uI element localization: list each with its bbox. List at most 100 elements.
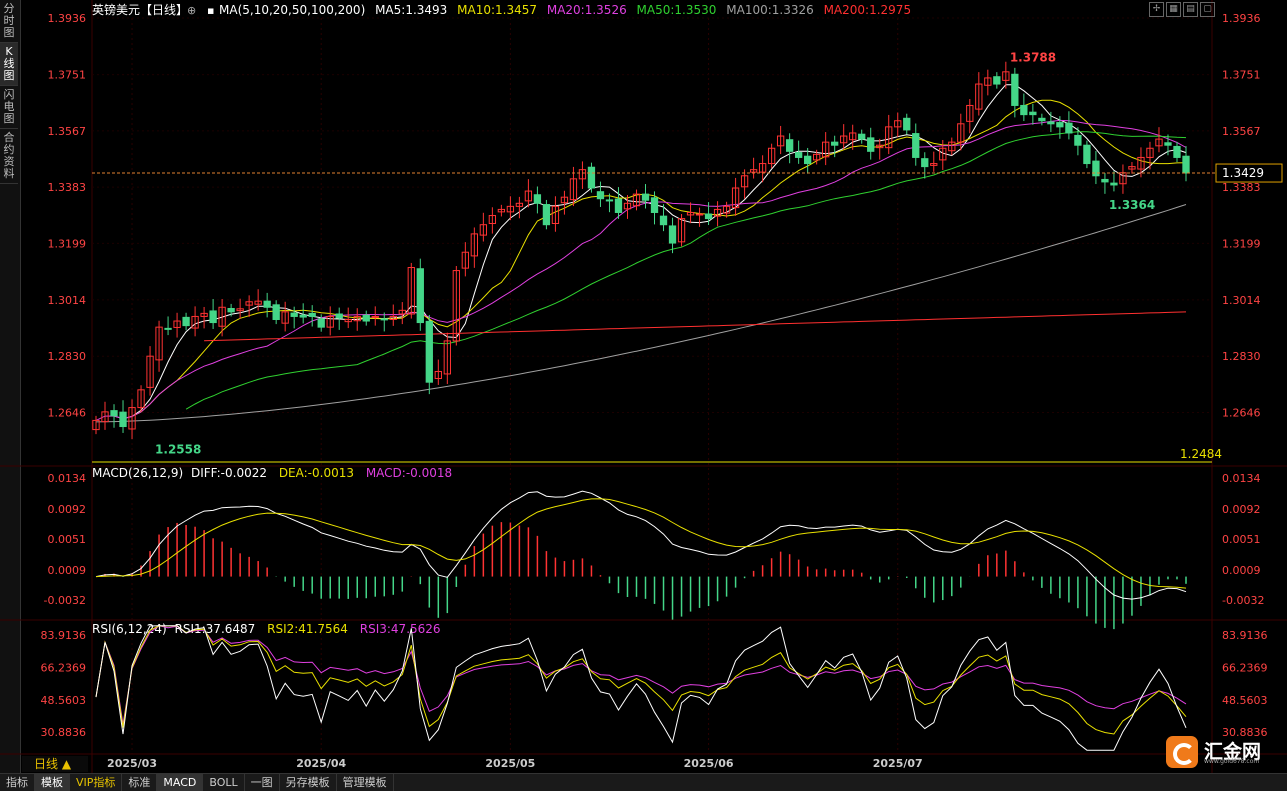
grid-icon[interactable]: ▦ (1166, 2, 1181, 17)
rsi2-line (95, 625, 1187, 735)
macd-axis-right: 0.0134 0.0092 0.0051 0.0009 -0.0032 (1222, 472, 1264, 607)
tab-manage-template[interactable]: 管理模板 (337, 774, 394, 791)
zoom-icon[interactable]: ⊕ (187, 4, 196, 17)
candle-body (1182, 155, 1190, 174)
candle-body (308, 312, 316, 317)
y-tick-label-left: 1.2830 (48, 350, 87, 363)
candle-body (867, 137, 875, 152)
maximize-icon[interactable]: ▢ (1200, 2, 1215, 17)
kline-chart[interactable]: 英镑美元【日线】 ⊕ ▪ MA(5,10,20,50,100,200) MA5:… (0, 0, 1287, 773)
candle-body (164, 327, 172, 330)
candle-body (335, 313, 343, 319)
rsi-header: RSI(6,12,24) RSI1:37.6487 RSI2:41.7564 R… (92, 622, 441, 636)
ma10-line (131, 99, 1187, 417)
candle-body (272, 304, 280, 321)
candle-body (614, 198, 623, 213)
candle-body (1173, 145, 1181, 158)
candle-body (1056, 122, 1064, 128)
x-tick-label: 2025/05 (485, 757, 535, 770)
tab-macd[interactable]: MACD (157, 774, 204, 791)
candle-body (542, 204, 551, 226)
current-price-label: 1.3429 (1222, 166, 1264, 180)
candle-body (794, 152, 803, 158)
candle-body (1047, 121, 1055, 125)
x-axis: 2025/03 2025/04 2025/05 2025/06 2025/07 (107, 757, 923, 770)
rsi-tick-right: 66.2369 (1222, 661, 1268, 674)
candle-body (380, 318, 388, 321)
logo-icon (1166, 736, 1198, 768)
high-label: 1.3788 (1010, 50, 1056, 64)
layout-icon[interactable]: ▤ (1183, 2, 1198, 17)
candle-body (119, 411, 127, 428)
macd-tick-left: 0.0051 (48, 533, 87, 546)
x-tick-label: 2025/07 (873, 757, 923, 770)
candle-body (1083, 144, 1091, 165)
candle-body (1101, 178, 1109, 183)
candle-body (1038, 117, 1046, 122)
crosshair-icon[interactable]: ✢ (1149, 2, 1164, 17)
macd-tick-left: 0.0009 (48, 564, 87, 577)
horizontal-level-label: 1.2484 (1180, 447, 1222, 461)
ma-param-icon[interactable]: ▪ (207, 4, 214, 17)
y-axis-right: 1.3936 1.3751 1.3567 1.3383 1.3199 1.3014 1.28… (1222, 12, 1261, 419)
macd-value: MACD:-0.0018 (366, 466, 452, 480)
candle-body (704, 213, 713, 220)
candle-body (317, 318, 325, 328)
symbol-title: 英镑美元【日线】 (92, 2, 188, 17)
macd-params: MACD(26,12,9) (92, 466, 183, 480)
ma5-value: MA5:1.3493 (375, 3, 447, 17)
candle-body (1020, 104, 1028, 116)
macd-tick-right: 0.0009 (1222, 564, 1261, 577)
y-tick-label-right: 1.2646 (1222, 406, 1261, 419)
tab-template[interactable]: 模板 (35, 774, 70, 791)
tab-boll[interactable]: BOLL (203, 774, 245, 791)
logo: 汇金网 www.gold678.com (1166, 733, 1282, 771)
tab-vip-indicator[interactable]: VIP指标 (70, 774, 123, 791)
candle-body (110, 410, 118, 417)
rsi-tick-left: 48.5603 (41, 694, 87, 707)
y-tick-label-right: 1.3751 (1222, 69, 1261, 82)
candle-body (831, 141, 839, 146)
macd-axis-left: 0.0134 0.0092 0.0051 0.0009 -0.0032 (44, 472, 86, 607)
y-tick-label-right: 1.3567 (1222, 125, 1261, 138)
y-tick-label-right: 1.3383 (1222, 181, 1261, 194)
x-tick-label: 2025/03 (107, 757, 157, 770)
candle-body (1092, 160, 1100, 177)
candle-body (587, 166, 596, 189)
candle-body (299, 314, 307, 318)
period-button[interactable]: 日线 ▲ (34, 757, 72, 771)
rsi-axis-right: 83.913666.236948.560330.8836 (1222, 629, 1268, 739)
candle-body (641, 193, 650, 201)
grid-lines (0, 0, 1287, 773)
candle-body (290, 312, 298, 317)
tab-standard[interactable]: 标准 (122, 774, 158, 791)
candle-body (1164, 142, 1172, 146)
tab-indicator[interactable]: 指标 (0, 774, 35, 791)
tab-one-chart[interactable]: 一图 (245, 774, 280, 791)
candle-body (650, 197, 659, 213)
macd-tick-left: -0.0032 (44, 594, 86, 607)
y-tick-label-right: 1.2830 (1222, 350, 1261, 363)
candle-body (596, 191, 605, 200)
candle-body (263, 300, 271, 308)
macd-dea-line (95, 498, 1187, 589)
chart-toolbar: ✢ ▦ ▤ ▢ (1149, 2, 1215, 17)
y-axis-left: 1.3936 1.3751 1.3567 1.3383 1.3199 1.3014 1.28… (48, 12, 87, 419)
candle-body (785, 139, 794, 152)
y-tick-label-left: 1.3567 (48, 125, 87, 138)
tab-save-template[interactable]: 另存模板 (280, 774, 337, 791)
candle-body (605, 199, 614, 202)
candle-body (903, 117, 911, 131)
macd-histogram (104, 522, 1187, 630)
candle-body (921, 158, 929, 168)
rsi-tick-left: 83.9136 (41, 629, 87, 642)
y-tick-label-right: 1.3936 (1222, 12, 1261, 25)
moving-averages (95, 84, 1187, 423)
y-tick-label-left: 1.3383 (48, 181, 87, 194)
rsi3-value: RSI3:47.5626 (360, 622, 441, 636)
candle-body (425, 320, 433, 383)
rsi3-line (95, 625, 1187, 725)
candle-body (1110, 182, 1118, 186)
rsi-tick-right: 83.9136 (1222, 629, 1268, 642)
x-tick-label: 2025/04 (296, 757, 346, 770)
